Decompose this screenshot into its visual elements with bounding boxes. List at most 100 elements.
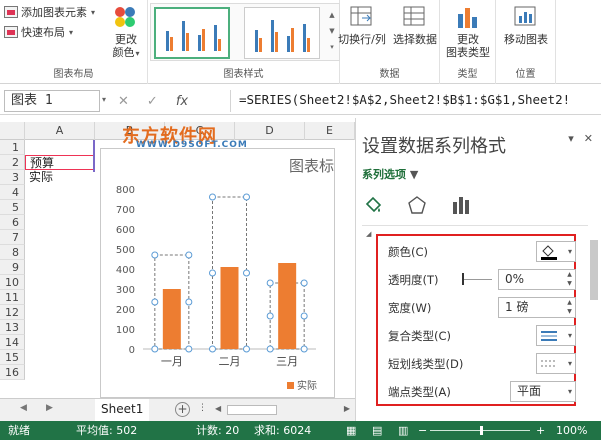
row-header[interactable]: 9 (0, 260, 25, 275)
bar-actual (220, 267, 239, 349)
selection-handle (243, 193, 250, 201)
legend-swatch (287, 382, 294, 389)
chevron-down-icon: ▾ (135, 49, 140, 58)
row-header[interactable]: 12 (0, 305, 25, 320)
chart-svg[interactable]: 图表标 0 100 200 300 400 500 600 700 800 一月 二月 三月实际 (101, 149, 336, 399)
cap-type-row: 端点类型(A) 平面 ▾ (388, 381, 576, 403)
sheet-tab-sheet1[interactable]: Sheet1 (95, 399, 150, 421)
switch-row-column-icon (348, 4, 376, 30)
row-header[interactable]: 2 (0, 155, 25, 170)
cap-type-dropdown[interactable]: 平面 ▾ (510, 381, 576, 402)
change-chart-type-button[interactable]: 更改 图表类型 (442, 4, 494, 59)
cancel-icon[interactable]: ✕ (118, 94, 129, 109)
selection-handle (209, 193, 216, 201)
corner-select-all[interactable] (0, 122, 25, 140)
chart-style-1[interactable] (154, 7, 230, 59)
column-header-a[interactable]: A (25, 122, 95, 140)
selection-handle (209, 345, 216, 353)
spin-buttons[interactable]: ▲ ▼ (564, 298, 575, 317)
normal-view-icon[interactable]: ▦ (346, 421, 356, 440)
formula-input[interactable]: =SERIES(Sheet2!$A$2,Sheet2!$B$1:$G$1,She… (230, 90, 598, 112)
column-header-d[interactable]: D (235, 122, 305, 140)
more-options-icon[interactable]: ⋮ (198, 403, 207, 413)
select-data-button[interactable]: 选择数据 (390, 4, 440, 46)
enter-icon[interactable]: ✓ (147, 94, 158, 109)
add-chart-element-button[interactable]: 添加图表元素 ▾ (4, 4, 95, 20)
y-tick-label: 0 (129, 345, 135, 356)
group-location: 移动图表 位置 (496, 0, 556, 84)
y-tick-label: 400 (116, 265, 135, 276)
cell-a2[interactable]: 预算 (25, 155, 95, 170)
transparency-slider[interactable] (464, 279, 492, 280)
row-header[interactable]: 16 (0, 365, 25, 380)
legend-label: 实际 (297, 379, 317, 392)
group-label: 图表样式 (223, 69, 264, 80)
section-expand-icon[interactable]: ◢ (366, 230, 371, 238)
dash-type-dropdown[interactable]: ▾ (536, 353, 576, 374)
horizontal-scrollbar[interactable]: ◀ ▶ (215, 404, 350, 416)
scroll-tabs-left-icon[interactable]: ◀ (20, 403, 27, 413)
row-header[interactable]: 11 (0, 290, 25, 305)
chevron-down-icon: ▾ (567, 331, 572, 340)
row-header[interactable]: 13 (0, 320, 25, 335)
row-header[interactable]: 1 (0, 140, 25, 155)
quick-layout-button[interactable]: 快速布局 ▾ (4, 24, 73, 40)
name-box[interactable]: 图表 1 (4, 90, 100, 112)
zoom-out-icon[interactable]: − (418, 421, 427, 440)
compound-type-dropdown[interactable]: ▾ (536, 325, 576, 346)
chart-object[interactable]: 图表标 0 100 200 300 400 500 600 700 800 一月 二月 三月 实际 (100, 148, 335, 398)
column-header-e[interactable]: E (305, 122, 355, 140)
page-layout-view-icon[interactable]: ▤ (372, 421, 382, 440)
page-break-view-icon[interactable]: ▥ (398, 421, 408, 440)
row-header[interactable]: 10 (0, 275, 25, 290)
scroll-left-icon[interactable]: ◀ (215, 404, 221, 413)
effects-icon[interactable] (406, 194, 428, 216)
row-header[interactable]: 8 (0, 245, 25, 260)
row-header[interactable]: 4 (0, 185, 25, 200)
pane-options-dropdown-icon[interactable]: ▾ (568, 132, 574, 145)
zoom-in-icon[interactable]: + (536, 421, 545, 440)
zoom-slider-thumb[interactable] (480, 426, 483, 435)
change-colors-button[interactable]: 更改 颜色▾ (106, 4, 146, 60)
chevron-down-icon: ▾ (91, 7, 96, 17)
row-header[interactable]: 15 (0, 350, 25, 365)
transparency-input[interactable]: 0% ▲ ▼ (498, 269, 576, 290)
name-box-dropdown-icon[interactable]: ▾ (102, 95, 106, 104)
scroll-tabs-right-icon[interactable]: ▶ (46, 403, 53, 413)
move-chart-button[interactable]: 移动图表 (498, 4, 554, 46)
width-input[interactable]: 1 磅 ▲ ▼ (498, 297, 576, 318)
gallery-bar (259, 38, 262, 52)
group-label: 位置 (515, 69, 536, 80)
spin-buttons[interactable]: ▲ ▼ (564, 270, 575, 289)
row-header[interactable]: 5 (0, 200, 25, 215)
scroll-right-icon[interactable]: ▶ (344, 404, 350, 413)
row-header[interactable]: 3 (0, 170, 25, 185)
chart-style-2[interactable] (244, 7, 320, 59)
chart-styles-gallery[interactable]: ▲ ▼ ▾ (150, 3, 340, 61)
insert-function-icon[interactable]: fx (176, 94, 188, 109)
row-header[interactable]: 14 (0, 335, 25, 350)
switch-row-column-button[interactable]: 切换行/列 (334, 4, 390, 46)
pane-scrollbar[interactable] (589, 230, 599, 415)
transparency-slider-thumb[interactable] (462, 273, 464, 285)
series-options-dropdown[interactable]: 系列选项 ▼ (362, 166, 418, 182)
chevron-down-icon: ▼ (409, 168, 419, 181)
zoom-level[interactable]: 100% (556, 421, 587, 440)
width-row: 宽度(W) 1 磅 ▲ ▼ (388, 297, 576, 319)
fill-line-icon[interactable] (362, 194, 384, 216)
row-header[interactable]: 7 (0, 230, 25, 245)
add-sheet-icon[interactable]: + (175, 402, 190, 417)
row-header[interactable]: 6 (0, 215, 25, 230)
selection-handle (266, 312, 274, 320)
color-label: 颜色(C) (388, 245, 429, 259)
x-tick-label: 三月 (276, 355, 298, 368)
gallery-bar (291, 28, 294, 52)
highlight-box: 颜色(C) ▾ 透明度(T) 0% ▲ ▼ 宽度(W) 1 磅 ▲ ▼ 复合类型(C… (376, 234, 576, 406)
color-picker[interactable]: ▾ (536, 241, 576, 262)
close-icon[interactable]: ✕ (584, 132, 593, 145)
scrollbar-thumb[interactable] (227, 405, 277, 415)
scrollbar-thumb[interactable] (590, 240, 598, 300)
cell-a3[interactable]: 实际 (25, 170, 95, 185)
gallery-bar (166, 31, 169, 51)
series-options-icon[interactable] (450, 194, 472, 216)
